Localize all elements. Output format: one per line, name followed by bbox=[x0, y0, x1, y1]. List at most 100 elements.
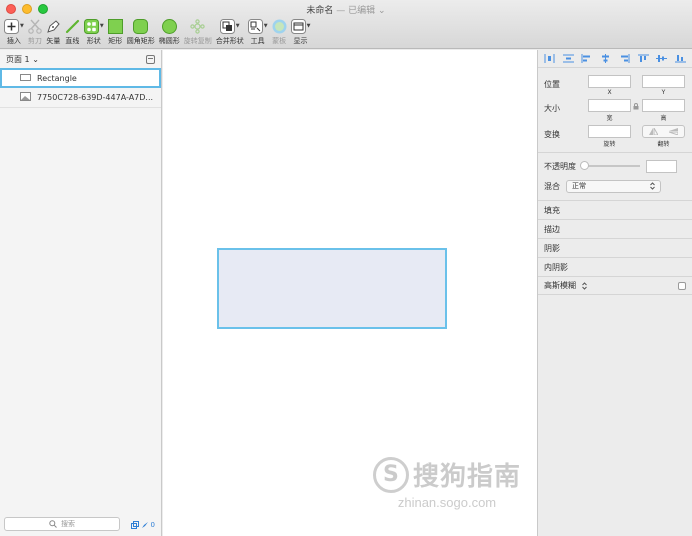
border-label: 描边 bbox=[544, 224, 560, 234]
rotate-input[interactable] bbox=[588, 125, 631, 138]
fill-label: 填充 bbox=[544, 205, 560, 215]
layer-search-input[interactable]: 搜索 bbox=[4, 517, 120, 531]
gaussian-blur-section[interactable]: 高斯模糊 bbox=[538, 276, 692, 295]
inner-shadow-label: 内阴影 bbox=[544, 262, 568, 272]
opacity-input[interactable] bbox=[646, 159, 677, 173]
rounded-rectangle-tool-button[interactable]: 圆角矩形 bbox=[127, 17, 155, 46]
mask-button[interactable]: 蒙板 bbox=[272, 17, 287, 46]
flip-caption: 翻转 bbox=[657, 141, 670, 148]
rotate-copy-label: 旋转复制 bbox=[183, 37, 212, 45]
watermark-url: zhinan.sogo.com bbox=[397, 495, 497, 510]
align-center-icon[interactable] bbox=[600, 54, 611, 63]
y-input[interactable] bbox=[642, 75, 685, 88]
rotate-caption: 旋转 bbox=[603, 141, 616, 148]
mask-icon bbox=[272, 17, 287, 35]
size-label: 大小 bbox=[544, 104, 560, 113]
combine-shapes-button[interactable]: ▼ 合并形状 bbox=[216, 17, 244, 46]
layer-item-image[interactable]: 7750C728-639D-447A-A7D... bbox=[0, 88, 161, 108]
shadow-section[interactable]: 阴影 bbox=[538, 238, 692, 257]
divider bbox=[538, 152, 692, 153]
layer-name: 7750C728-639D-447A-A7D... bbox=[37, 93, 154, 102]
position-row: 位置 X Y bbox=[538, 75, 692, 96]
y-caption: Y bbox=[661, 89, 666, 96]
distribute-vertical-icon[interactable] bbox=[562, 54, 574, 63]
sidebar-bottom-tools: 0 bbox=[130, 521, 155, 529]
oval-label: 椭圆形 bbox=[158, 37, 180, 45]
brush-icon[interactable] bbox=[141, 521, 149, 529]
x-caption: X bbox=[607, 89, 612, 96]
flip-horizontal-icon[interactable] bbox=[648, 128, 658, 135]
lock-icon[interactable] bbox=[633, 103, 639, 112]
insert-button[interactable]: ▼ 插入 bbox=[4, 17, 24, 46]
plus-icon: ▼ bbox=[4, 17, 24, 35]
line-button[interactable]: 直线 bbox=[65, 17, 80, 46]
search-placeholder: 搜索 bbox=[61, 520, 75, 528]
layer-item-rectangle[interactable]: Rectangle bbox=[0, 68, 161, 88]
rounded-rectangle-icon bbox=[133, 17, 149, 35]
watermark-brand: 搜狗指南 bbox=[412, 462, 521, 492]
align-toolbar bbox=[538, 50, 692, 68]
rotate-copy-icon bbox=[190, 17, 205, 35]
gaussian-blur-label: 高斯模糊 bbox=[544, 281, 576, 290]
fill-section[interactable]: 填充 bbox=[538, 200, 692, 219]
copy-layers-icon[interactable] bbox=[130, 521, 139, 529]
blur-checkbox[interactable] bbox=[678, 281, 686, 290]
mask-label: 蒙板 bbox=[272, 37, 287, 45]
scissors-button[interactable]: 剪刀 bbox=[28, 17, 42, 46]
line-icon bbox=[65, 17, 80, 35]
toolbar: ▼ 插入 剪刀 矢量 直线 ▼ 形状 矩形 圆角矩形 椭圆形 旋转复制 ▼ 合并… bbox=[4, 17, 314, 46]
canvas[interactable]: S 搜狗指南 zhinan.sogo.com bbox=[163, 50, 537, 536]
shapes-icon: ▼ bbox=[83, 17, 104, 35]
chevron-down-icon: ⌄ bbox=[378, 6, 386, 16]
shapes-button[interactable]: ▼ 形状 bbox=[83, 17, 104, 46]
vector-button[interactable]: 矢量 bbox=[46, 17, 61, 46]
edited-status: 已编辑 bbox=[348, 6, 376, 16]
blend-mode-select[interactable]: 正常 bbox=[566, 179, 661, 193]
align-top-icon[interactable] bbox=[637, 54, 649, 63]
flip-vertical-icon[interactable] bbox=[669, 128, 679, 135]
chevron-updown-icon[interactable] bbox=[581, 281, 587, 290]
rounded-rectangle-label: 圆角矩形 bbox=[126, 37, 155, 45]
transform-label: 变换 bbox=[544, 130, 560, 139]
height-caption: 高 bbox=[660, 115, 667, 122]
document-name: 未命名 bbox=[306, 6, 334, 16]
rectangle-tool-button[interactable]: 矩形 bbox=[107, 17, 123, 46]
rectangle-label: 矩形 bbox=[108, 37, 123, 45]
opacity-label: 不透明度 bbox=[544, 161, 576, 171]
window-title[interactable]: 未命名 — 已编辑 ⌄ bbox=[0, 3, 692, 16]
slice-count: 0 bbox=[150, 521, 155, 529]
inner-shadow-section[interactable]: 内阴影 bbox=[538, 257, 692, 276]
align-left-icon[interactable] bbox=[581, 54, 592, 63]
inspector-panel: 位置 X Y 大小 宽 高 变换 旋转 翻转 不透明度 混合 正常 填充 描边 … bbox=[537, 50, 692, 536]
transform-row: 变换 旋转 翻转 bbox=[538, 125, 692, 148]
view-button[interactable]: ▼ 显示 bbox=[290, 17, 310, 46]
sogou-logo-icon: S bbox=[372, 456, 409, 493]
rectangle-icon bbox=[107, 17, 123, 35]
border-section[interactable]: 描边 bbox=[538, 219, 692, 238]
rectangle-layer-icon bbox=[20, 73, 31, 83]
add-page-icon[interactable] bbox=[146, 54, 155, 64]
flip-buttons[interactable] bbox=[642, 125, 685, 138]
opacity-slider[interactable] bbox=[580, 161, 640, 170]
blend-label: 混合 bbox=[544, 181, 560, 191]
page-selector[interactable]: 页面 1 ⌄ bbox=[0, 50, 161, 68]
opacity-slider-knob[interactable] bbox=[580, 161, 589, 170]
align-right-icon[interactable] bbox=[619, 54, 630, 63]
chevron-down-icon: ⌄ bbox=[32, 54, 39, 64]
align-middle-icon[interactable] bbox=[656, 54, 668, 63]
line-label: 直线 bbox=[65, 37, 80, 45]
scissors-icon bbox=[28, 17, 42, 35]
distribute-horizontal-icon[interactable] bbox=[544, 54, 555, 63]
oval-tool-button[interactable]: 椭圆形 bbox=[159, 17, 180, 46]
chevron-updown-icon bbox=[650, 182, 655, 190]
height-input[interactable] bbox=[642, 99, 685, 112]
vector-label: 矢量 bbox=[46, 37, 61, 45]
width-input[interactable] bbox=[588, 99, 631, 112]
position-label: 位置 bbox=[544, 80, 560, 89]
tools-button[interactable]: ▼ 工具 bbox=[247, 17, 268, 46]
x-input[interactable] bbox=[588, 75, 631, 88]
rectangle-shape[interactable] bbox=[217, 248, 447, 329]
rotate-copy-button[interactable]: 旋转复制 bbox=[184, 17, 212, 46]
layer-name: Rectangle bbox=[37, 73, 77, 83]
align-bottom-icon[interactable] bbox=[675, 54, 687, 63]
